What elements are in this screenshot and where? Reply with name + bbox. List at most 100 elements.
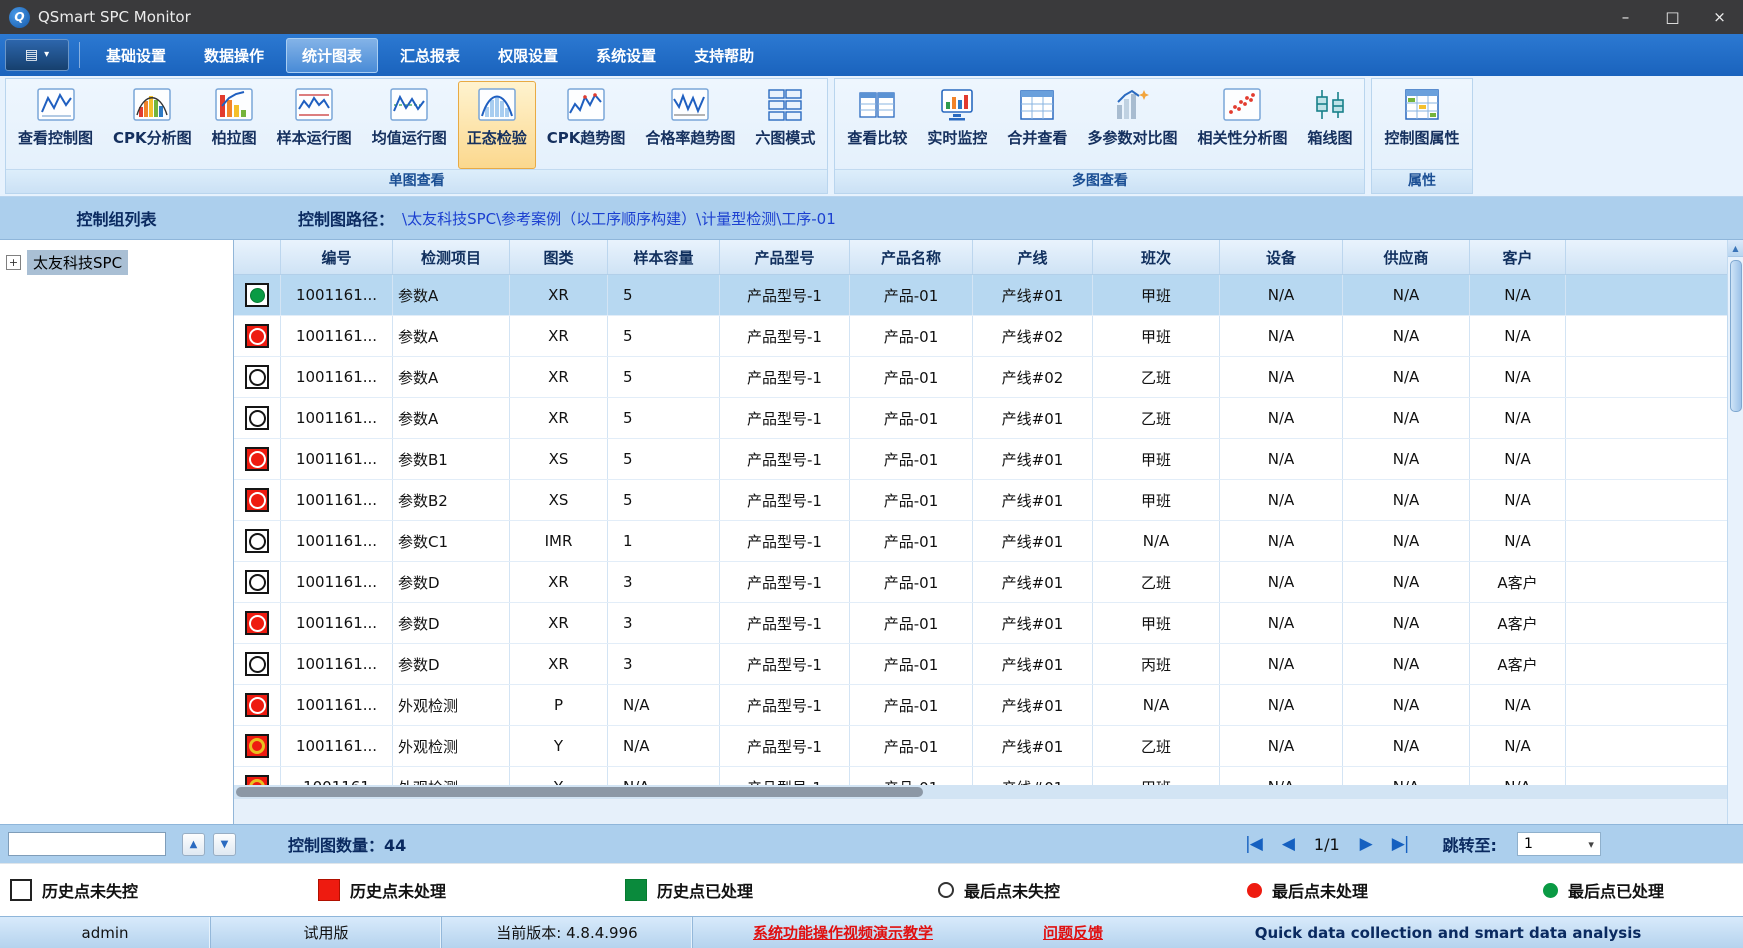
view-control-chart-button[interactable]: 查看控制图 (9, 81, 102, 169)
pass-rate-trend-label: 合格率趋势图 (645, 127, 735, 148)
column-header-7[interactable]: 产线 (973, 240, 1093, 274)
video-tutorial-link[interactable]: 系统功能操作视频演示教学 (692, 917, 993, 948)
tab-data-operations[interactable]: 数据操作 (188, 38, 280, 73)
find-previous-button[interactable]: ▲ (182, 833, 205, 856)
box-plot-button[interactable]: 箱线图 (1298, 81, 1361, 169)
tree-node-root[interactable]: + 太友科技SPC (0, 246, 233, 279)
cell: 产品型号-1 (720, 603, 850, 643)
cell: 甲班 (1093, 767, 1220, 785)
cell: 1001161... (281, 644, 393, 684)
table-row[interactable]: 1001161...参数AXR5产品型号-1产品-01产线#02甲班N/AN/A… (234, 316, 1727, 357)
last-point-status-icon (249, 369, 266, 386)
cell: 甲班 (1093, 316, 1220, 356)
close-button[interactable]: × (1696, 0, 1743, 34)
column-header-8[interactable]: 班次 (1093, 240, 1220, 274)
column-header-10[interactable]: 供应商 (1343, 240, 1470, 274)
pareto-button[interactable]: 柏拉图 (203, 81, 266, 169)
tab-summary-reports[interactable]: 汇总报表 (384, 38, 476, 73)
status-cell (234, 685, 281, 725)
table-row[interactable]: 1001161...参数DXR3产品型号-1产品-01产线#01甲班N/AN/A… (234, 603, 1727, 644)
table-row[interactable]: 1001161...参数DXR3产品型号-1产品-01产线#01丙班N/AN/A… (234, 644, 1727, 685)
horizontal-scrollbar[interactable] (234, 785, 1727, 799)
table-row[interactable]: 1001161...外观检测YN/A产品型号-1产品-01产线#01乙班N/AN… (234, 726, 1727, 767)
cell: 甲班 (1093, 480, 1220, 520)
cell: 产品-01 (850, 562, 973, 602)
tree-expander-icon[interactable]: + (6, 255, 21, 270)
vertical-scrollbar[interactable]: ▲ (1727, 240, 1743, 824)
tree-search-input[interactable] (8, 832, 166, 856)
cell: 产品型号-1 (720, 398, 850, 438)
table-row[interactable]: 1001161...参数B2XS5产品型号-1产品-01产线#01甲班N/AN/… (234, 480, 1727, 521)
table-row[interactable]: 1001161...参数AXR5产品型号-1产品-01产线#02乙班N/AN/A… (234, 357, 1727, 398)
last-page-button[interactable]: ▶| (1392, 834, 1409, 854)
pass-rate-trend-button[interactable]: 合格率趋势图 (636, 81, 744, 169)
column-header-3[interactable]: 图类 (510, 240, 608, 274)
maximize-button[interactable]: □ (1649, 0, 1696, 34)
merge-view-button[interactable]: 合并查看 (998, 81, 1076, 169)
row-filler (1566, 439, 1727, 479)
cell: N/A (1470, 275, 1566, 315)
cell: N/A (1343, 521, 1470, 561)
cell: N/A (1470, 685, 1566, 725)
normality-test-button[interactable]: 正态检验 (458, 81, 536, 169)
legend-label-history-in-control: 历史点未失控 (42, 878, 138, 902)
scroll-up-arrow-icon[interactable]: ▲ (1728, 240, 1743, 257)
table-row[interactable]: 1001161外观检测YN/A产品型号-1产品-01产线#01甲班N/AN/AN… (234, 767, 1727, 785)
correlation-analysis-icon (1222, 86, 1262, 124)
tree-node-label[interactable]: 太友科技SPC (27, 250, 128, 275)
column-header-11[interactable]: 客户 (1470, 240, 1566, 274)
sample-run-button[interactable]: 样本运行图 (268, 81, 361, 169)
pager-controls: |◀ ◀ 1/1 ▶ ▶| 跳转至: 1 ▾ (1245, 832, 1601, 856)
next-page-button[interactable]: ▶ (1360, 834, 1372, 854)
chevron-down-icon: ▾ (44, 50, 49, 60)
six-chart-mode-button[interactable]: 六图模式 (746, 81, 824, 169)
column-header-5[interactable]: 产品型号 (720, 240, 850, 274)
cell: 产品-01 (850, 726, 973, 766)
multi-param-compare-button[interactable]: 多参数对比图 (1078, 81, 1186, 169)
main-menu-button[interactable]: ▤ ▾ (5, 39, 69, 71)
cell: 参数C1 (393, 521, 510, 561)
cell: 1001161... (281, 439, 393, 479)
feedback-link[interactable]: 问题反馈 (993, 917, 1153, 948)
tab-permission-settings[interactable]: 权限设置 (482, 38, 574, 73)
correlation-analysis-button[interactable]: 相关性分析图 (1188, 81, 1296, 169)
prev-page-button[interactable]: ◀ (1282, 834, 1294, 854)
jump-page-select[interactable]: 1 ▾ (1517, 832, 1601, 856)
table-row[interactable]: 1001161...参数AXR5产品型号-1产品-01产线#01乙班N/AN/A… (234, 398, 1727, 439)
table-row[interactable]: 1001161...参数B1XS5产品型号-1产品-01产线#01甲班N/AN/… (234, 439, 1727, 480)
tab-statistical-charts[interactable]: 统计图表 (286, 38, 378, 73)
tab-system-settings[interactable]: 系统设置 (580, 38, 672, 73)
tab-support-help[interactable]: 支持帮助 (678, 38, 770, 73)
legend-label-history-processed: 历史点已处理 (657, 878, 753, 902)
legend-item-last-processed: 最后点已处理 (1543, 864, 1664, 916)
column-header-6[interactable]: 产品名称 (850, 240, 973, 274)
vertical-scrollbar-thumb[interactable] (1730, 260, 1742, 412)
control-chart-properties-button[interactable]: 控制图属性 (1375, 81, 1468, 169)
table-row[interactable]: 1001161...参数C1IMR1产品型号-1产品-01产线#01N/AN/A… (234, 521, 1727, 562)
six-chart-mode-label: 六图模式 (755, 127, 815, 148)
view-compare-button[interactable]: 查看比较 (838, 81, 916, 169)
table-row[interactable]: 1001161...参数DXR3产品型号-1产品-01产线#01乙班N/AN/A… (234, 562, 1727, 603)
realtime-monitor-button[interactable]: 实时监控 (918, 81, 996, 169)
first-page-button[interactable]: |◀ (1245, 834, 1262, 854)
horizontal-scrollbar-thumb[interactable] (236, 787, 923, 797)
find-next-button[interactable]: ▼ (213, 833, 236, 856)
cell: XR (510, 644, 608, 684)
column-header-1[interactable]: 编号 (281, 240, 393, 274)
column-header-9[interactable]: 设备 (1220, 240, 1343, 274)
history-status-icon (245, 365, 269, 389)
table-row[interactable]: 1001161...外观检测PN/A产品型号-1产品-01产线#01N/AN/A… (234, 685, 1727, 726)
cell: 产线#01 (973, 398, 1093, 438)
chart-path-label: 控制图路径： (298, 206, 394, 230)
mean-run-button[interactable]: 均值运行图 (363, 81, 456, 169)
history-status-icon (245, 611, 269, 635)
tab-basic-settings[interactable]: 基础设置 (90, 38, 182, 73)
status-cell (234, 562, 281, 602)
cell: N/A (1220, 275, 1343, 315)
cpk-analysis-button[interactable]: CPK分析图 (104, 81, 201, 169)
column-header-2[interactable]: 检测项目 (393, 240, 510, 274)
table-row[interactable]: 1001161...参数AXR5产品型号-1产品-01产线#01甲班N/AN/A… (234, 275, 1727, 316)
cpk-trend-button[interactable]: CPK趋势图 (538, 81, 635, 169)
column-header-4[interactable]: 样本容量 (608, 240, 720, 274)
minimize-button[interactable]: – (1602, 0, 1649, 34)
